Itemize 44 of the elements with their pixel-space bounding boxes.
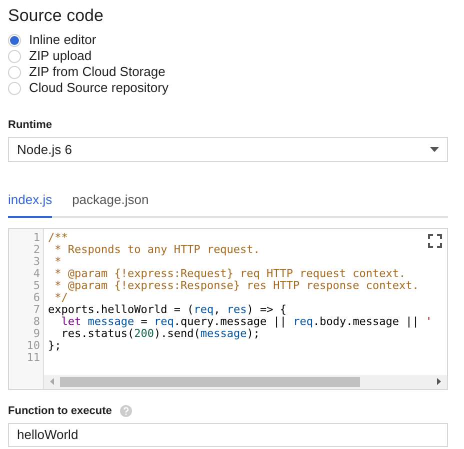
fullscreen-icon[interactable] xyxy=(428,234,442,248)
line-number: 11 xyxy=(26,352,40,364)
function-input[interactable]: helloWorld xyxy=(8,422,448,446)
code-line: exports.helloWorld = (req, res) => { xyxy=(48,302,286,316)
line-number: 6 xyxy=(32,292,40,304)
radio-button[interactable] xyxy=(8,66,21,78)
code-editor[interactable] xyxy=(8,228,448,390)
line-number: 7 xyxy=(32,304,40,316)
file-tab[interactable]: package.json xyxy=(72,190,149,218)
line-number: 3 xyxy=(32,256,40,268)
code-line: * xyxy=(54,254,62,268)
radio-button[interactable] xyxy=(8,34,21,46)
field-label: Runtime xyxy=(8,118,53,132)
radio-label: Inline editor xyxy=(29,31,96,50)
scroll-right-icon[interactable] xyxy=(437,378,441,385)
section-title: Source code xyxy=(8,5,104,27)
dropdown-caret-icon xyxy=(430,147,439,152)
code-line: /** xyxy=(48,230,68,244)
scrollbar-thumb[interactable] xyxy=(60,376,360,386)
code-line: */ xyxy=(54,290,68,304)
code-line: * @param {!express:Request} req HTTP request context. xyxy=(54,266,406,280)
line-number: 4 xyxy=(32,268,40,280)
horizontal-scrollbar[interactable] xyxy=(44,374,447,388)
scroll-left-icon[interactable] xyxy=(50,378,54,385)
code-line: let message = req.query.message || req.body.message || ' xyxy=(61,314,432,328)
radio-button[interactable] xyxy=(8,82,21,94)
code-line: }; xyxy=(48,338,62,352)
line-number: 10 xyxy=(26,340,40,352)
radio-label: ZIP from Cloud Storage xyxy=(29,63,166,82)
line-number: 5 xyxy=(32,280,40,292)
line-number: 2 xyxy=(32,244,40,256)
radio-label: Cloud Source repository xyxy=(29,79,168,98)
code-line: * @param {!express:Response} res HTTP response context. xyxy=(54,278,419,292)
line-number: 9 xyxy=(32,328,40,340)
line-number: 8 xyxy=(32,316,40,328)
runtime-select[interactable]: Node.js 6 xyxy=(8,137,448,162)
radio-label: ZIP upload xyxy=(29,47,92,66)
code-line: * Responds to any HTTP request. xyxy=(54,242,260,256)
code-line: res.status(200).send(message); xyxy=(60,326,260,340)
radio-button[interactable] xyxy=(8,50,21,62)
field-label: Function to execute xyxy=(8,404,112,418)
help-icon[interactable] xyxy=(120,404,132,416)
file-tab[interactable]: index.js xyxy=(8,190,52,218)
line-number: 1 xyxy=(32,232,40,244)
